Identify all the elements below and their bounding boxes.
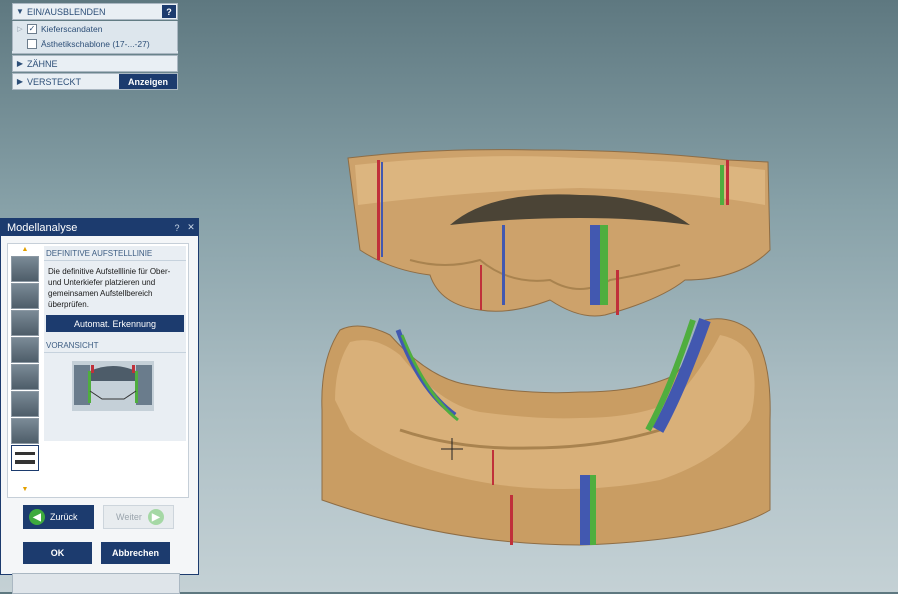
next-button[interactable]: Weiter ▶ (103, 505, 174, 529)
dialog-content: ▲ ▼ DEFINITIVE AUFSTELLLINIE Die definit… (7, 243, 189, 498)
aesthetic-template-label: Ästhetikschablone (17-...-27) (41, 38, 150, 49)
navigation-row: ◀ Zurück Weiter ▶ (23, 505, 175, 529)
lower-jaw-model (321, 317, 771, 546)
arrow-right-icon: ▶ (147, 509, 164, 525)
hidden-section[interactable]: ▶ VERSTECKT Anzeigen (12, 73, 178, 90)
model-analysis-dialog: Modellanalyse ? ✕ ▲ ▼ DEFINITIVE AUFSTEL… (0, 218, 199, 575)
dialog-actions: OK Abbrechen (23, 542, 173, 564)
visibility-items: ▷ ✓ Kieferscandaten Ästhetikschablone (1… (12, 21, 178, 54)
setup-line-icon (15, 452, 35, 464)
section-title: DEFINITIVE AUFSTELLLINIE (44, 246, 186, 261)
close-icon[interactable]: ✕ (184, 222, 198, 233)
step-thumbnail[interactable] (11, 256, 39, 282)
preview-image (72, 361, 154, 411)
panel-stub (12, 573, 180, 594)
help-button[interactable]: ? (162, 5, 176, 18)
back-label: Zurück (50, 512, 78, 522)
step-thumbnail[interactable] (11, 364, 39, 390)
visibility-item-jaw-scan[interactable]: ▷ ✓ Kieferscandaten (12, 21, 178, 36)
show-button[interactable]: Anzeigen (119, 74, 177, 89)
auto-detect-button[interactable]: Automat. Erkennung (46, 315, 184, 332)
jaw-scan-label: Kieferscandaten (41, 23, 103, 34)
expand-icon[interactable]: ▷ (13, 25, 27, 33)
3d-model-viewport[interactable] (280, 130, 880, 570)
step-thumbnail[interactable] (11, 391, 39, 417)
preview-title: VORANSICHT (44, 338, 186, 353)
step-thumbnail[interactable] (11, 337, 39, 363)
next-label: Weiter (116, 512, 142, 522)
upper-jaw-model (347, 149, 771, 317)
dialog-titlebar[interactable]: Modellanalyse ? ✕ (1, 219, 198, 236)
visibility-header-label: EIN/AUSBLENDEN (27, 6, 106, 17)
ok-button[interactable]: OK (23, 542, 92, 564)
expand-right-icon: ▶ (16, 77, 24, 86)
step-info-panel: DEFINITIVE AUFSTELLLINIE Die definitive … (44, 246, 186, 441)
jaw-scan-checkbox[interactable]: ✓ (27, 23, 37, 34)
teeth-label: ZÄHNE (27, 58, 58, 69)
visibility-item-aesthetic-template[interactable]: Ästhetikschablone (17-...-27) (12, 36, 178, 51)
expand-right-icon: ▶ (16, 59, 24, 68)
cancel-button[interactable]: Abbrechen (101, 542, 170, 564)
step-thumbnail[interactable] (11, 283, 39, 309)
step-thumbnail[interactable] (11, 418, 39, 444)
aesthetic-template-checkbox[interactable] (27, 38, 37, 49)
arrow-left-icon: ◀ (29, 509, 45, 525)
collapse-icon: ▼ (16, 7, 24, 16)
step-description: Die definitive Aufstelllinie für Ober- u… (48, 267, 171, 309)
step-thumbnails: ▲ ▼ (8, 244, 42, 497)
dialog-title: Modellanalyse (7, 221, 78, 234)
scroll-up-icon[interactable]: ▲ (11, 244, 39, 254)
help-icon[interactable]: ? (170, 223, 184, 233)
back-button[interactable]: ◀ Zurück (23, 505, 94, 529)
scroll-down-icon[interactable]: ▼ (11, 484, 39, 494)
teeth-section[interactable]: ▶ ZÄHNE (12, 55, 178, 72)
step-thumbnail-selected[interactable] (11, 445, 39, 471)
visibility-header[interactable]: ▼ EIN/AUSBLENDEN ? (12, 3, 178, 20)
visibility-panel: ▼ EIN/AUSBLENDEN ? ▷ ✓ Kieferscandaten Ä… (12, 3, 178, 91)
step-thumbnail[interactable] (11, 310, 39, 336)
